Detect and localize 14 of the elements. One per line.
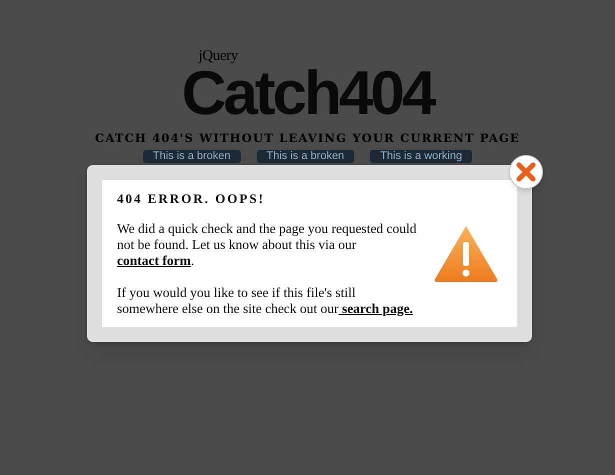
message-paragraph: If you would you like to see if this file's still somewhere else on the site check out our search page.	[117, 284, 414, 316]
close-button[interactable]	[509, 155, 543, 189]
message-paragraph: We did a quick check and the page you requested could not be found. Let us know about this via our contact form.	[117, 220, 417, 268]
text-link[interactable]: contact form	[117, 252, 191, 268]
warning-icon	[433, 224, 499, 284]
demo-link-button[interactable]: This is a working	[370, 150, 472, 164]
text-link[interactable]: search page.	[338, 300, 413, 316]
modal-heading: 404 ERROR. OOPS!	[117, 190, 266, 206]
kicker-text: jQuery	[198, 48, 238, 64]
page-title: Catch404	[182, 66, 434, 122]
tagline: CATCH 404'S WITHOUT LEAVING YOUR CURRENT PAGE	[94, 130, 520, 147]
close-icon	[516, 162, 536, 182]
demo-link-button[interactable]: This is a broken	[256, 150, 354, 164]
demo-link-button[interactable]: This is a broken	[142, 150, 241, 164]
